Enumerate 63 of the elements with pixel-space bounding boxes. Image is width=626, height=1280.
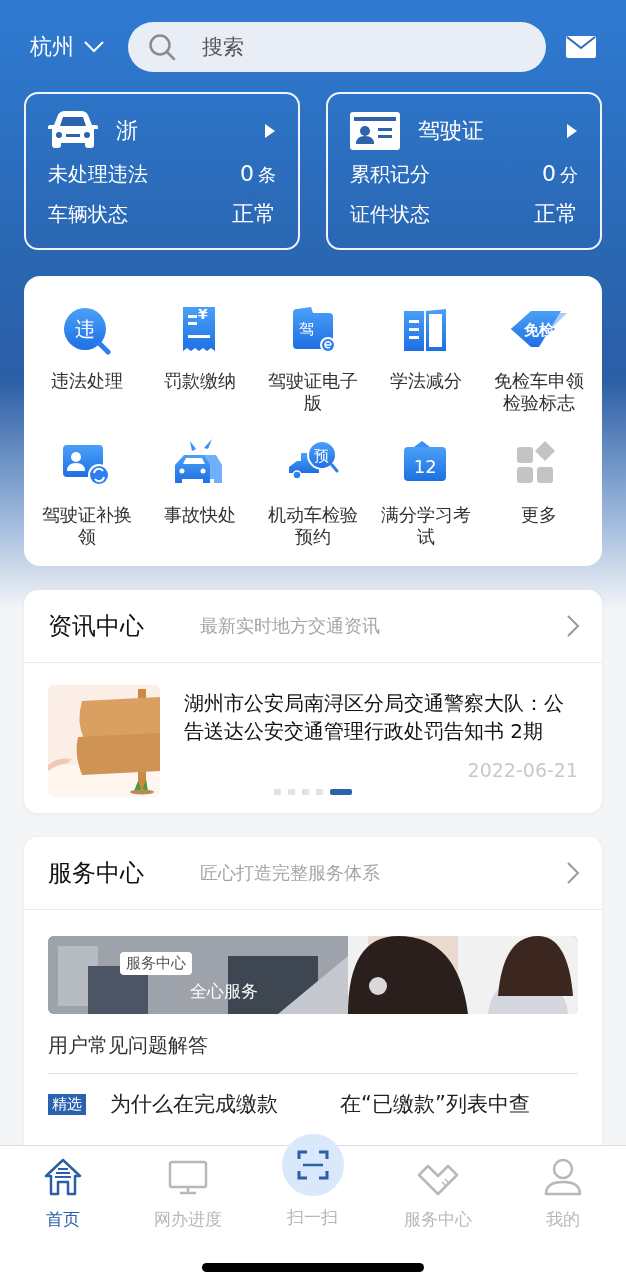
row-label: 未处理违法	[48, 161, 148, 188]
unit-label: 分	[560, 164, 578, 185]
service-label: 满分学习考试	[380, 504, 473, 548]
mail-icon[interactable]	[566, 36, 596, 58]
service-item[interactable]: 驾 驾驶证电子版	[256, 302, 370, 414]
home-icon	[43, 1158, 82, 1196]
row-value: 0	[542, 161, 556, 186]
row-value: 正常	[232, 201, 276, 226]
row-label: 证件状态	[350, 201, 430, 228]
featured-tag: 精选	[48, 1093, 86, 1115]
service-item[interactable]: 违 违法处理	[30, 302, 144, 414]
section-subtitle: 匠心打造完整服务体系	[200, 861, 381, 885]
service-label: 免检车申领检验标志	[493, 370, 586, 414]
faq-question[interactable]: 在“已缴款”列表中查	[340, 1090, 530, 1118]
icon-label: 预	[314, 448, 330, 464]
service-label: 事故快处	[162, 504, 237, 526]
icon-label: 12	[413, 458, 437, 476]
tab[interactable]: 首页	[0, 1156, 126, 1231]
summary-card[interactable]: 浙 未处理违法 0 条 车辆状态 正常	[24, 92, 300, 250]
service-label: 更多	[520, 504, 559, 526]
id-card-icon	[350, 112, 400, 150]
service-item[interactable]: ¥ 罚款缴纳	[143, 302, 257, 414]
row-label: 累积记分	[350, 161, 430, 188]
service-item[interactable]: 12 满分学习考试	[369, 436, 483, 548]
service-label: 驾驶证电子版	[267, 370, 359, 414]
service-label: 驾驶证补换领	[40, 504, 133, 548]
city-selector[interactable]: 杭州	[30, 32, 74, 62]
chevron-right-icon[interactable]	[566, 614, 580, 638]
car-icon	[48, 111, 98, 151]
card-title: 浙	[116, 117, 139, 145]
banner-caption: 全心服务	[190, 980, 258, 1003]
news-headline[interactable]: 湖州市公安局南浔区分局交通警察大队：公告送达公安交通管理行政处罚告知书 2期	[184, 689, 578, 745]
service-item[interactable]: 学法减分	[369, 302, 483, 414]
icon-label: ¥	[197, 307, 208, 321]
service-label: 学法减分	[389, 370, 464, 392]
service-item[interactable]: 事故快处	[143, 436, 257, 548]
banner-tag: 服务中心	[120, 952, 192, 975]
service-item[interactable]: 更多	[482, 436, 596, 548]
chevron-down-icon[interactable]	[84, 41, 104, 53]
summary-card[interactable]: 驾驶证 累积记分 0 分 证件状态 正常	[326, 92, 602, 250]
icon-label: 驾	[299, 321, 315, 337]
service-label: 罚款缴纳	[162, 370, 237, 392]
faq-title: 用户常见问题解答	[48, 1032, 578, 1074]
faq-question[interactable]: 为什么在完成缴款	[110, 1090, 278, 1118]
triangle-right-icon	[566, 123, 578, 139]
service-item[interactable]: 驾驶证补换领	[30, 436, 144, 548]
card-title: 驾驶证	[418, 117, 485, 145]
person-icon	[544, 1158, 583, 1196]
service-label: 机动车检验预约	[267, 504, 359, 548]
row-value: 正常	[534, 201, 578, 226]
icon-label: 违	[74, 319, 95, 339]
row-value: 0	[240, 161, 254, 186]
section-title: 服务中心	[48, 858, 145, 889]
triangle-right-icon	[264, 123, 276, 139]
chevron-right-icon[interactable]	[566, 861, 580, 885]
service-item[interactable]: 预 机动车检验预约	[256, 436, 370, 548]
row-label: 车辆状态	[48, 201, 128, 228]
service-label: 违法处理	[49, 370, 124, 392]
section-title: 资讯中心	[48, 611, 145, 642]
unit-label: 条	[258, 164, 276, 185]
search-field[interactable]: 搜索	[128, 22, 546, 72]
section-subtitle: 最新实时地方交通资讯	[200, 614, 381, 638]
monitor-icon	[167, 1160, 208, 1196]
